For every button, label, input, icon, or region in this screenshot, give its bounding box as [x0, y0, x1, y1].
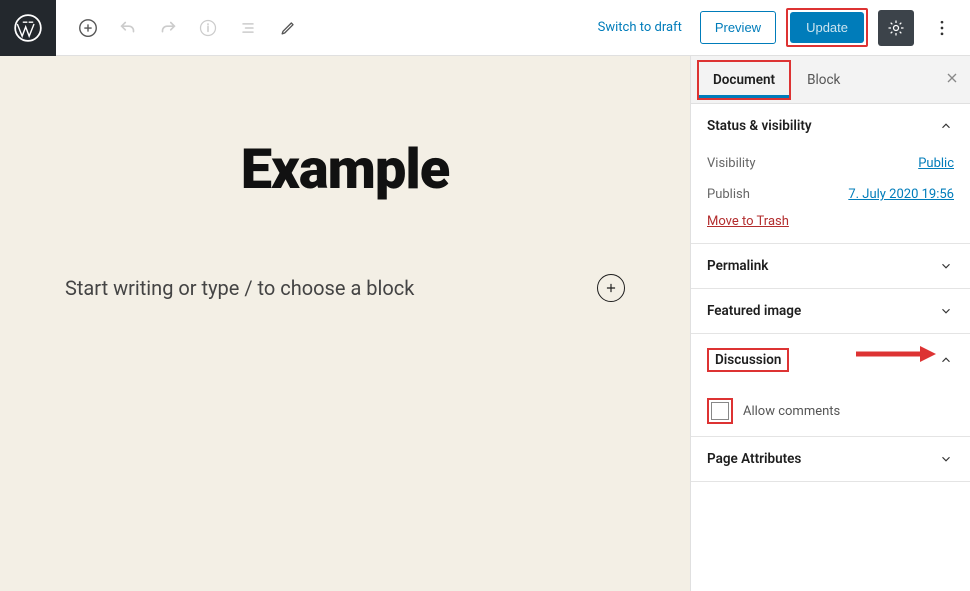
visibility-value[interactable]: Public — [918, 156, 954, 171]
add-block-button[interactable] — [70, 10, 106, 46]
settings-sidebar: Document Block Status & visibility Visib… — [690, 56, 970, 591]
redo-button[interactable] — [150, 10, 186, 46]
panel-page-attributes[interactable]: Page Attributes — [691, 437, 970, 481]
panel-title: Status & visibility — [707, 118, 812, 134]
update-button[interactable]: Update — [790, 12, 864, 43]
visibility-label: Visibility — [707, 156, 756, 171]
undo-button[interactable] — [110, 10, 146, 46]
block-placeholder[interactable]: Start writing or type / to choose a bloc… — [65, 276, 597, 300]
close-sidebar-button[interactable] — [944, 70, 960, 86]
preview-button[interactable]: Preview — [700, 11, 776, 44]
chevron-up-icon — [938, 352, 954, 368]
panel-featured-image[interactable]: Featured image — [691, 289, 970, 333]
allow-comments-label: Allow comments — [743, 404, 840, 419]
allow-comments-checkbox[interactable] — [711, 402, 729, 420]
panel-title: Discussion — [715, 352, 781, 368]
settings-button[interactable] — [878, 10, 914, 46]
red-arrow-annotation — [856, 344, 936, 364]
move-to-trash-link[interactable]: Move to Trash — [707, 214, 789, 229]
outline-button[interactable] — [230, 10, 266, 46]
panel-title: Featured image — [707, 303, 801, 319]
info-button[interactable] — [190, 10, 226, 46]
chevron-down-icon — [938, 451, 954, 467]
panel-title: Permalink — [707, 258, 768, 274]
more-options-button[interactable] — [924, 10, 960, 46]
wordpress-logo[interactable] — [0, 0, 56, 56]
chevron-up-icon — [938, 118, 954, 134]
document-tab-highlight: Document — [697, 60, 791, 100]
add-block-inline-button[interactable] — [597, 274, 625, 302]
panel-title: Page Attributes — [707, 451, 801, 467]
panel-status-visibility[interactable]: Status & visibility — [691, 104, 970, 148]
publish-value[interactable]: 7. July 2020 19:56 — [848, 187, 954, 202]
panel-permalink[interactable]: Permalink — [691, 244, 970, 288]
tab-document[interactable]: Document — [699, 62, 789, 98]
chevron-down-icon — [938, 303, 954, 319]
discussion-title-highlight: Discussion — [707, 348, 789, 372]
editor-canvas[interactable]: Example Start writing or type / to choos… — [0, 56, 690, 591]
update-button-highlight: Update — [786, 8, 868, 47]
allow-comments-checkbox-highlight — [707, 398, 733, 424]
edit-button[interactable] — [270, 10, 306, 46]
publish-label: Publish — [707, 187, 750, 202]
switch-to-draft-link[interactable]: Switch to draft — [598, 20, 682, 35]
chevron-down-icon — [938, 258, 954, 274]
post-title[interactable]: Example — [241, 136, 450, 202]
tab-block[interactable]: Block — [791, 56, 856, 103]
